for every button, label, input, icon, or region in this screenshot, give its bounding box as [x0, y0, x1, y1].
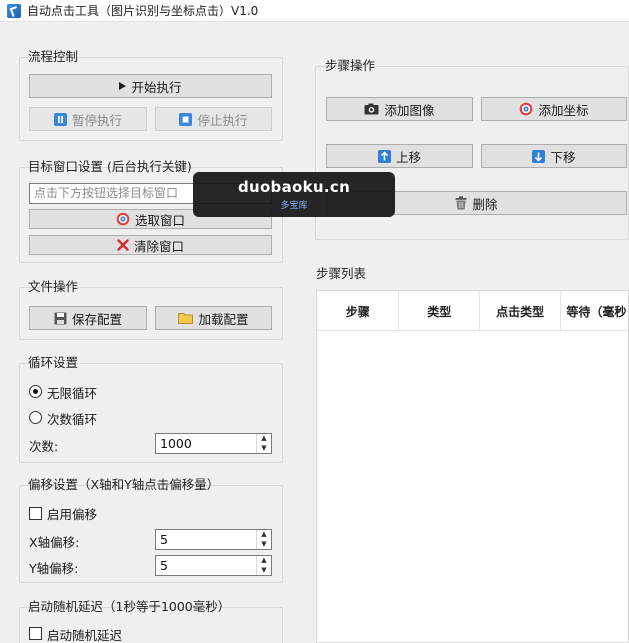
- enable-offset-label[interactable]: 启用偏移: [47, 504, 97, 523]
- stop-button[interactable]: 停止执行: [155, 107, 272, 131]
- column-header-step[interactable]: 步骤: [317, 291, 400, 331]
- enable-offset-checkbox[interactable]: [29, 507, 42, 520]
- spin-up-icon[interactable]: ▲: [257, 556, 271, 566]
- x-offset-value[interactable]: 5: [156, 532, 256, 547]
- loop-times-value[interactable]: 1000: [156, 436, 256, 451]
- spin-arrows[interactable]: ▲ ▼: [256, 530, 271, 549]
- move-down-button[interactable]: 下移: [481, 144, 627, 168]
- trash-icon: [455, 196, 467, 210]
- clear-window-button[interactable]: 清除窗口: [29, 235, 272, 255]
- offset-title: 偏移设置（X轴和Y轴点击偏移量）: [28, 477, 220, 492]
- steps-table-header: 步骤 类型 点击类型 等待（毫秒: [317, 291, 628, 331]
- target-icon: [116, 212, 130, 226]
- pick-window-label: 选取窗口: [134, 212, 185, 228]
- spin-up-icon[interactable]: ▲: [257, 434, 271, 444]
- watermark-subtext: 多宝库: [280, 201, 308, 211]
- random-delay-label[interactable]: 启动随机延迟: [47, 625, 122, 643]
- camera-icon: [364, 103, 379, 115]
- watermark-overlay: duobaoku.cn 多宝库: [193, 172, 395, 217]
- y-offset-value[interactable]: 5: [156, 558, 256, 573]
- app-icon: [7, 3, 21, 18]
- close-icon: [117, 239, 129, 251]
- move-up-label: 上移: [395, 149, 421, 165]
- delete-label: 删除: [472, 196, 498, 212]
- folder-icon: [178, 312, 194, 324]
- stop-label: 停止执行: [197, 112, 248, 128]
- window-title: 自动点击工具（图片识别与坐标点击）V1.0: [27, 4, 259, 18]
- x-offset-label: X轴偏移:: [29, 535, 80, 550]
- start-button[interactable]: 开始执行: [29, 74, 272, 98]
- steps-table[interactable]: 步骤 类型 点击类型 等待（毫秒: [316, 290, 629, 643]
- load-config-button[interactable]: 加载配置: [155, 306, 272, 330]
- steps-list-title: 步骤列表: [316, 266, 367, 281]
- save-config-label: 保存配置: [71, 311, 122, 327]
- pause-button[interactable]: 暂停执行: [29, 107, 147, 131]
- move-down-label: 下移: [550, 149, 576, 165]
- file-ops-title: 文件操作: [28, 279, 79, 294]
- loop-times-label: 次数:: [29, 439, 59, 454]
- spin-down-icon[interactable]: ▼: [257, 566, 271, 576]
- y-offset-spinbox[interactable]: 5 ▲ ▼: [155, 555, 272, 576]
- loop-title: 循环设置: [28, 355, 79, 370]
- pause-icon: [53, 112, 67, 126]
- title-bar: 自动点击工具（图片识别与坐标点击）V1.0: [0, 0, 629, 22]
- flow-control-title: 流程控制: [28, 49, 79, 64]
- add-coordinate-label: 添加坐标: [538, 102, 589, 118]
- count-loop-label[interactable]: 次数循环: [47, 409, 97, 428]
- infinite-loop-radio[interactable]: [29, 385, 42, 398]
- save-config-button[interactable]: 保存配置: [29, 306, 147, 330]
- floppy-icon: [54, 312, 67, 325]
- y-offset-label: Y轴偏移:: [29, 561, 79, 576]
- column-header-click-type[interactable]: 点击类型: [480, 291, 562, 331]
- load-config-label: 加载配置: [198, 311, 249, 327]
- target-icon: [519, 102, 533, 116]
- move-up-button[interactable]: 上移: [326, 144, 473, 168]
- spin-up-icon[interactable]: ▲: [257, 530, 271, 540]
- start-label: 开始执行: [131, 79, 182, 95]
- arrow-down-icon: [532, 149, 546, 163]
- infinite-loop-label[interactable]: 无限循环: [47, 383, 97, 402]
- x-offset-spinbox[interactable]: 5 ▲ ▼: [155, 529, 272, 550]
- add-image-button[interactable]: 添加图像: [326, 97, 473, 121]
- watermark-text: duobaoku.cn: [237, 178, 351, 196]
- spin-arrows[interactable]: ▲ ▼: [256, 434, 271, 453]
- delay-title: 启动随机延迟（1秒等于1000毫秒）: [28, 599, 231, 614]
- spin-down-icon[interactable]: ▼: [257, 444, 271, 454]
- add-image-label: 添加图像: [384, 102, 435, 118]
- play-icon: [119, 82, 127, 90]
- step-ops-title: 步骤操作: [325, 58, 376, 73]
- column-header-wait[interactable]: 等待（毫秒: [561, 291, 628, 331]
- add-coordinate-button[interactable]: 添加坐标: [481, 97, 627, 121]
- stop-icon: [179, 112, 193, 126]
- random-delay-checkbox[interactable]: [29, 627, 42, 640]
- spin-down-icon[interactable]: ▼: [257, 540, 271, 550]
- clear-window-label: 清除窗口: [133, 238, 184, 254]
- pause-label: 暂停执行: [71, 112, 122, 128]
- loop-times-spinbox[interactable]: 1000 ▲ ▼: [155, 433, 272, 454]
- target-window-title: 目标窗口设置 (后台执行关键): [28, 159, 192, 174]
- arrow-up-icon: [377, 149, 391, 163]
- count-loop-radio[interactable]: [29, 411, 42, 424]
- column-header-type[interactable]: 类型: [399, 291, 480, 331]
- spin-arrows[interactable]: ▲ ▼: [256, 556, 271, 575]
